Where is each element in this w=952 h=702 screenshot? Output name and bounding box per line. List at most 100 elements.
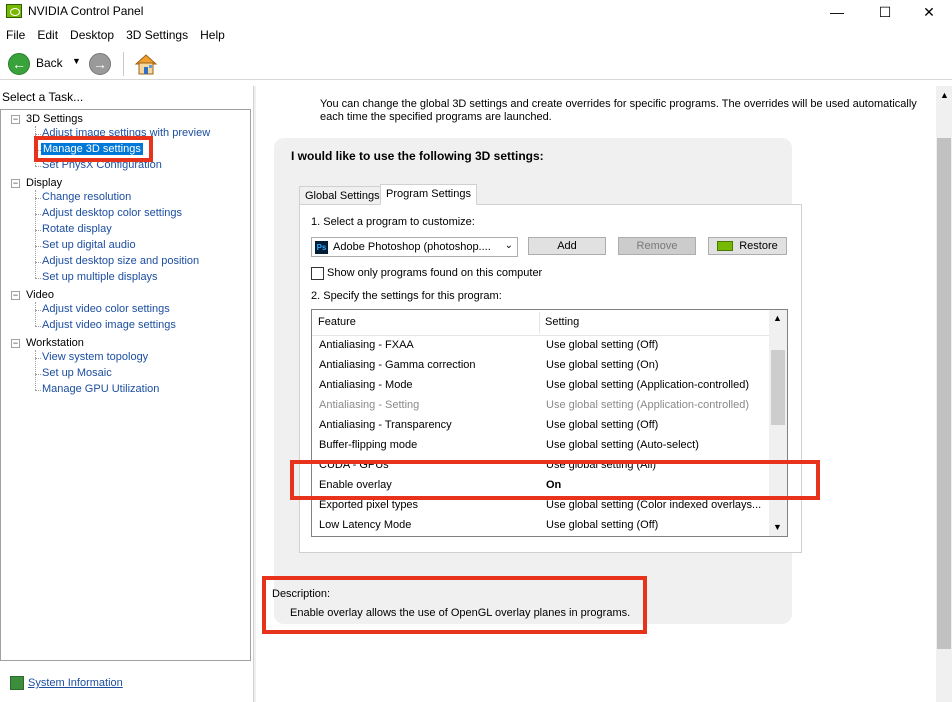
back-button[interactable]: Back [36, 56, 63, 70]
forward-arrow-icon[interactable]: → [89, 53, 111, 75]
show-only-programs-checkbox[interactable] [311, 267, 324, 280]
scroll-up-icon[interactable]: ▲ [940, 90, 949, 100]
system-information-icon[interactable] [10, 676, 24, 690]
panel-heading: I would like to use the following 3D set… [291, 149, 544, 163]
tree-connector [35, 190, 36, 278]
annotation-box-enable-overlay [290, 460, 820, 500]
feature-cell: Antialiasing - Gamma correction [319, 359, 476, 371]
menu-file[interactable]: File [0, 26, 31, 46]
tab-program-settings[interactable]: Program Settings [380, 184, 477, 205]
tree-item-set-up-mosaic[interactable]: Set up Mosaic [42, 367, 112, 379]
tree-connector [35, 246, 41, 247]
annotation-box-description [262, 576, 647, 634]
select-program-label: 1. Select a program to customize: [311, 216, 475, 228]
tab-global-settings[interactable]: Global Settings [299, 186, 386, 205]
column-header-setting[interactable]: Setting [545, 316, 579, 328]
tree-connector [35, 230, 41, 231]
table-row[interactable]: Antialiasing - Transparency Use global se… [312, 416, 769, 436]
feature-cell: Antialiasing - Transparency [319, 419, 452, 431]
table-row[interactable]: Antialiasing - FXAA Use global setting (O… [312, 336, 769, 356]
scroll-up-icon[interactable]: ▲ [773, 313, 782, 323]
menu-3d-settings[interactable]: 3D Settings [120, 26, 194, 46]
tree-group-label: Video [26, 289, 54, 301]
tree-item-multiple-displays[interactable]: Set up multiple displays [42, 271, 158, 283]
tree-connector [35, 134, 41, 135]
program-settings-tab-body: 1. Select a program to customize: Ps Ado… [299, 204, 802, 553]
content-scrollbar[interactable]: ▲ [936, 86, 952, 702]
menu-help[interactable]: Help [194, 26, 231, 46]
back-arrow-icon[interactable]: ← [8, 53, 30, 75]
remove-button[interactable]: Remove [618, 237, 696, 255]
annotation-box-manage-3d [34, 136, 153, 162]
toolbar: ← Back ▼ → [0, 48, 952, 80]
scroll-down-icon[interactable]: ▼ [773, 522, 782, 532]
collapse-icon[interactable]: − [11, 179, 20, 188]
back-dropdown-icon[interactable]: ▼ [72, 56, 81, 66]
title-bar: NVIDIA Control Panel — ☐ ✕ [0, 0, 952, 24]
tree-item-desktop-size[interactable]: Adjust desktop size and position [42, 255, 199, 267]
tree-connector [35, 302, 36, 326]
restore-button[interactable]: Restore [708, 237, 787, 255]
scroll-thumb[interactable] [937, 138, 951, 649]
maximize-button[interactable]: ☐ [862, 0, 908, 24]
setting-cell[interactable]: Use global setting (Off) [546, 339, 658, 351]
table-row[interactable]: Low Latency Mode Use global setting (Off) [312, 516, 769, 536]
setting-cell[interactable]: Use global setting (Application-controll… [546, 399, 749, 411]
setting-cell[interactable]: Use global setting (Application-controll… [546, 379, 749, 391]
system-information-link[interactable]: System Information [28, 677, 123, 689]
tree-item-rotate-display[interactable]: Rotate display [42, 223, 112, 235]
show-only-programs-label[interactable]: Show only programs found on this compute… [327, 267, 542, 279]
tree-item-video-color[interactable]: Adjust video color settings [42, 303, 170, 315]
column-header-feature[interactable]: Feature [318, 316, 356, 328]
menu-bar: File Edit Desktop 3D Settings Help [0, 26, 231, 46]
setting-cell[interactable]: Use global setting (Off) [546, 419, 658, 431]
tree-connector [35, 326, 41, 327]
scroll-thumb[interactable] [771, 350, 785, 425]
table-row[interactable]: Antialiasing - Gamma correction Use globa… [312, 356, 769, 376]
tree-group-label: Workstation [26, 337, 84, 349]
minimize-button[interactable]: — [814, 0, 860, 24]
feature-cell: Low Latency Mode [319, 519, 412, 531]
setting-cell[interactable]: Use global setting (Auto-select) [546, 439, 699, 451]
feature-cell: Antialiasing - Mode [319, 379, 413, 391]
nvidia-app-icon [6, 4, 22, 18]
close-button[interactable]: ✕ [906, 0, 952, 24]
tree-connector [35, 310, 41, 311]
photoshop-icon: Ps [315, 241, 328, 254]
setting-cell[interactable]: Use global setting (On) [546, 359, 659, 371]
task-pane-header: Select a Task... [2, 90, 84, 104]
tree-item-digital-audio[interactable]: Set up digital audio [42, 239, 136, 251]
column-divider[interactable] [539, 312, 540, 334]
table-row[interactable]: Buffer-flipping mode Use global setting (… [312, 436, 769, 456]
table-header: Feature Setting [312, 310, 769, 336]
table-row[interactable]: Antialiasing - Mode Use global setting (A… [312, 376, 769, 396]
tree-item-change-resolution[interactable]: Change resolution [42, 191, 131, 203]
collapse-icon[interactable]: − [11, 291, 20, 300]
collapse-icon[interactable]: − [11, 339, 20, 348]
add-button[interactable]: Add [528, 237, 606, 255]
tree-connector [35, 278, 41, 279]
menu-desktop[interactable]: Desktop [64, 26, 120, 46]
tree-item-desktop-color[interactable]: Adjust desktop color settings [42, 207, 182, 219]
setting-cell[interactable]: Use global setting (Off) [546, 519, 658, 531]
tree-item-system-topology[interactable]: View system topology [42, 351, 148, 363]
intro-text: You can change the global 3D settings an… [320, 98, 917, 123]
tree-connector [35, 262, 41, 263]
chevron-down-icon[interactable]: ⌄ [505, 240, 513, 251]
table-row[interactable]: Antialiasing - Setting Use global setting… [312, 396, 769, 416]
tree-connector [35, 198, 41, 199]
table-scrollbar[interactable]: ▲ ▼ [769, 310, 787, 536]
tree-item-video-image[interactable]: Adjust video image settings [42, 319, 176, 331]
home-icon[interactable] [134, 52, 158, 76]
tree-connector [35, 350, 36, 390]
tree-item-gpu-utilization[interactable]: Manage GPU Utilization [42, 383, 159, 395]
task-tree: − 3D Settings Adjust image settings with… [0, 109, 251, 661]
program-select[interactable]: Ps Adobe Photoshop (photoshop.... ⌄ [311, 237, 518, 257]
specify-settings-label: 2. Specify the settings for this program… [311, 290, 502, 302]
collapse-icon[interactable]: − [11, 115, 20, 124]
settings-panel: I would like to use the following 3D set… [274, 138, 802, 624]
tree-group-label: 3D Settings [26, 113, 83, 125]
tree-connector [35, 358, 41, 359]
menu-edit[interactable]: Edit [31, 26, 64, 46]
setting-cell[interactable]: Use global setting (Color indexed overla… [546, 499, 761, 511]
